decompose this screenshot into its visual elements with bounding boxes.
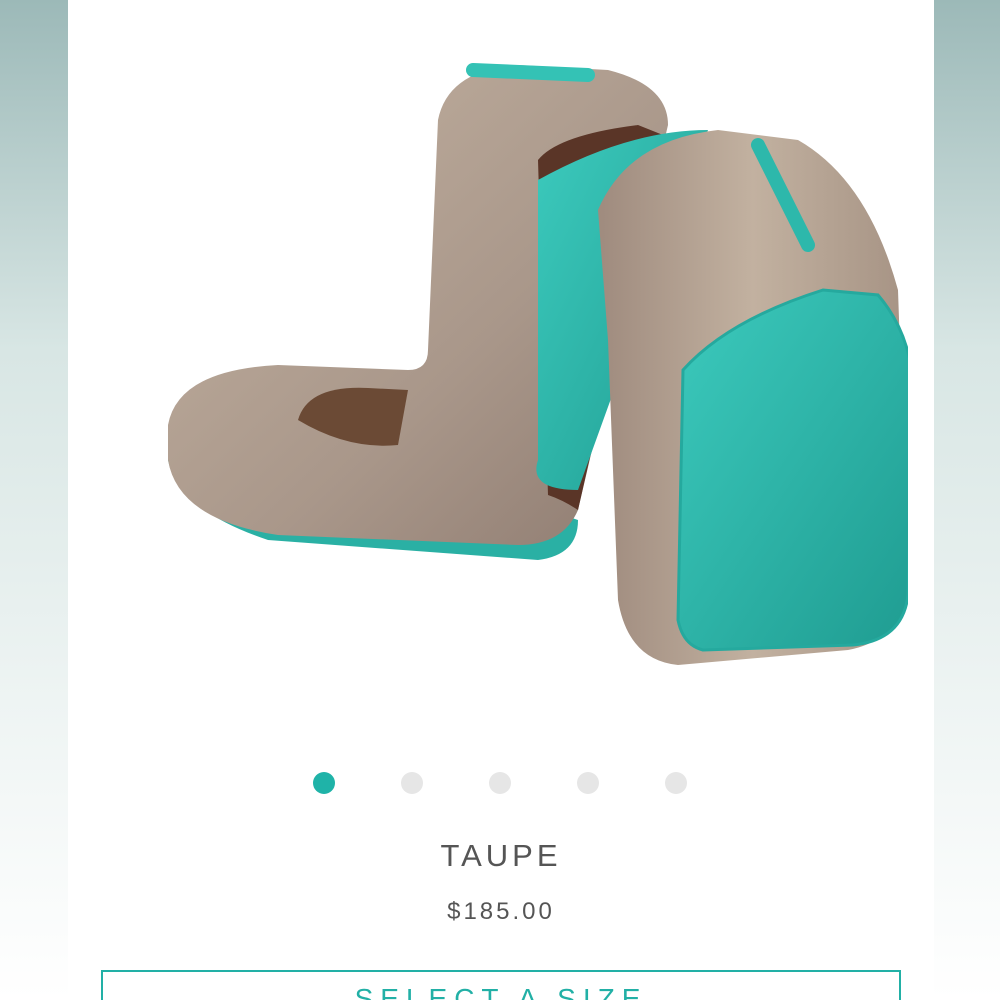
background-left-edge [0, 0, 68, 1000]
carousel-dot-3[interactable] [489, 772, 511, 794]
product-price: $185.00 [447, 898, 555, 925]
carousel-dot-2[interactable] [401, 772, 423, 794]
select-size-button[interactable]: SELECT A SIZE [101, 970, 901, 1000]
product-page: TAUPE $185.00 SELECT A SIZE [68, 0, 934, 1000]
carousel-dots [68, 770, 934, 796]
left-shoe-heel-strip [466, 63, 595, 82]
carousel-dot-1[interactable] [313, 772, 335, 794]
product-image[interactable] [108, 40, 908, 720]
background-right-edge [932, 0, 1000, 1000]
carousel-dot-5[interactable] [665, 772, 687, 794]
carousel-dot-4[interactable] [577, 772, 599, 794]
right-shoe-sole [676, 288, 908, 652]
product-title: TAUPE [440, 838, 562, 873]
